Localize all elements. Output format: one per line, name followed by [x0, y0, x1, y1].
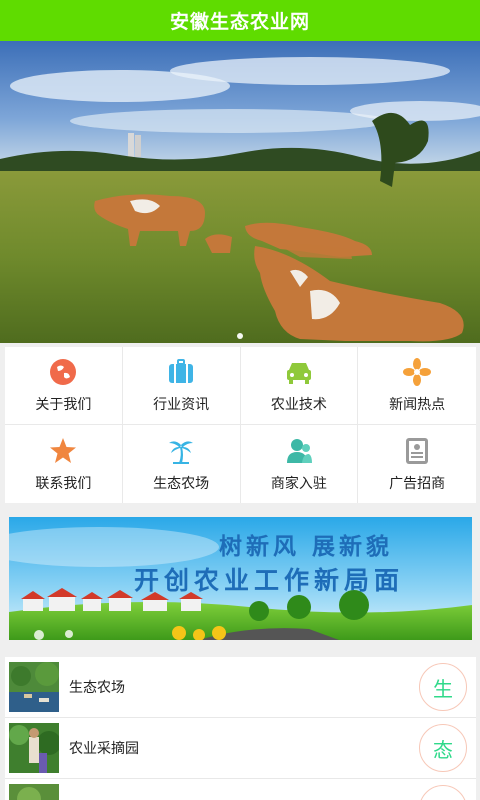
carousel-dot-active[interactable] — [237, 333, 243, 339]
promo-banner[interactable]: 树新风 展新貌 开创农业工作新局面 — [9, 517, 472, 640]
list-item-title: 农业采摘园 — [69, 741, 139, 757]
promo-line-1: 树新风 展新貌 — [219, 534, 394, 560]
list-item[interactable] — [5, 779, 476, 800]
menu-label: 联系我们 — [35, 475, 92, 492]
menu-item-about[interactable]: 关于我们 — [5, 347, 123, 425]
menu-label: 行业资讯 — [153, 397, 210, 413]
thumbnail-image — [9, 723, 59, 773]
menu-item-contact[interactable]: 联系我们 — [5, 425, 123, 503]
menu-label: 关于我们 — [35, 397, 92, 413]
menu-label: 生态农场 — [153, 475, 210, 492]
thumbnail-image — [9, 662, 59, 712]
globe-icon — [48, 357, 78, 387]
car-icon — [284, 357, 314, 387]
menu-item-hot-news[interactable]: 新闻热点 — [358, 347, 476, 425]
menu-label: 农业技术 — [270, 397, 327, 413]
list-item-badge: 生 — [419, 663, 467, 711]
list-item[interactable]: 农业采摘园 态 — [5, 718, 476, 779]
list-item[interactable]: 生态农场 生 — [5, 657, 476, 718]
hero-carousel[interactable] — [0, 41, 480, 343]
menu-item-industry-news[interactable]: 行业资讯 — [122, 347, 241, 425]
content-list: 生态农场 生 农业采摘园 态 — [5, 657, 476, 800]
nav-menu-grid: 关于我们 行业资讯 农业技术 新闻热点 联系我们 生态农场 商家入驻 广告招商 — [5, 347, 476, 503]
promo-line-2: 开创农业工作新局面 — [134, 566, 405, 595]
list-item-title: 生态农场 — [69, 680, 125, 696]
menu-label: 商家入驻 — [270, 475, 327, 492]
flower-icon — [402, 357, 432, 387]
thumbnail-image — [9, 784, 59, 800]
list-item-badge — [419, 785, 467, 800]
menu-label: 新闻热点 — [389, 397, 446, 413]
menu-item-agri-tech[interactable]: 农业技术 — [240, 347, 359, 425]
carousel-indicators[interactable] — [0, 333, 480, 339]
palm-tree-icon — [166, 436, 196, 466]
document-icon — [402, 436, 432, 466]
luggage-icon — [166, 357, 196, 387]
hero-image — [0, 41, 480, 343]
menu-item-eco-farm[interactable]: 生态农场 — [123, 425, 241, 503]
page-title: 安徽生态农业网 — [169, 11, 310, 33]
menu-label: 广告招商 — [389, 475, 446, 492]
list-item-badge: 态 — [419, 724, 467, 772]
star-icon — [48, 436, 78, 466]
users-icon — [284, 436, 314, 466]
menu-item-advertising[interactable]: 广告招商 — [358, 425, 476, 503]
app-header: 安徽生态农业网 — [0, 0, 480, 41]
menu-item-merchant-join[interactable]: 商家入驻 — [241, 425, 359, 503]
